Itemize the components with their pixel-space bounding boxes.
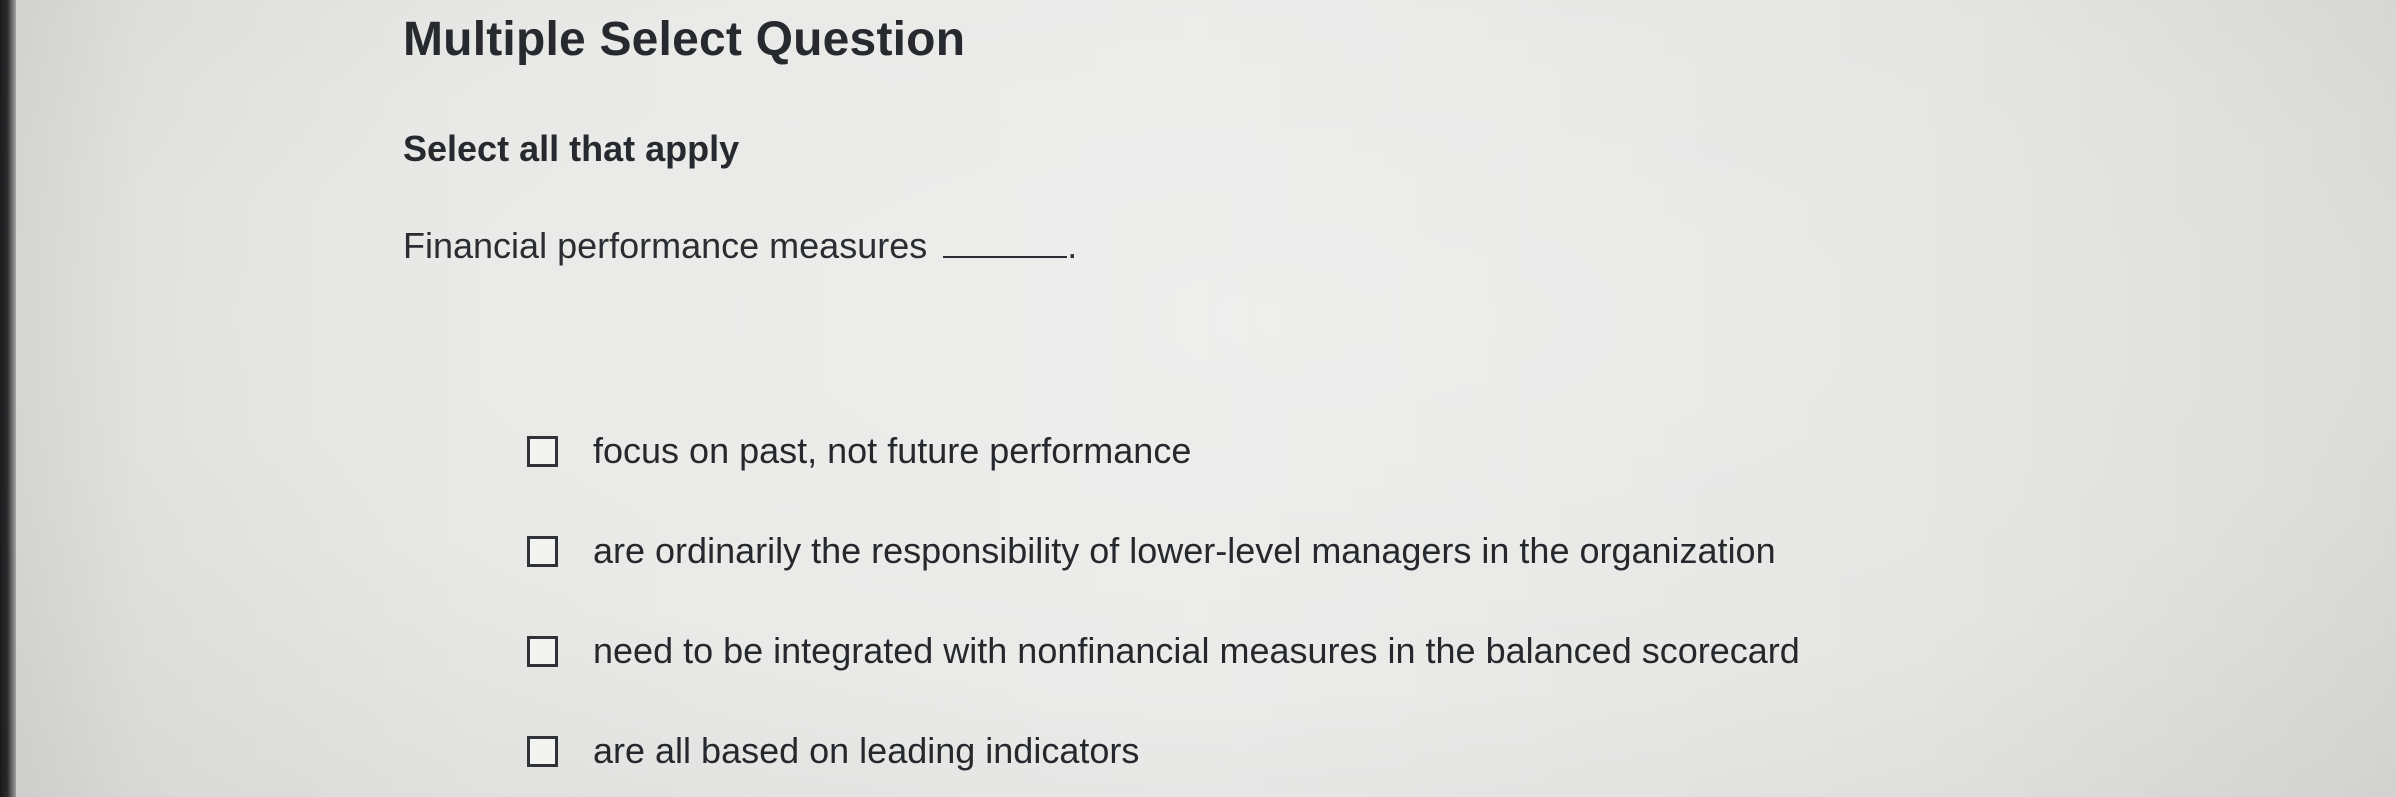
- instruction-text: Select all that apply: [403, 128, 740, 169]
- option-1-label[interactable]: focus on past, not future performance: [593, 430, 1191, 472]
- checkbox-3[interactable]: [527, 635, 558, 667]
- question-type-title: Multiple Select Question: [403, 13, 966, 66]
- option-2-label[interactable]: are ordinarily the responsibility of low…: [593, 530, 1776, 572]
- prompt-text: Financial performance measures: [403, 225, 928, 266]
- prompt-suffix: .: [1067, 225, 1078, 266]
- option-3[interactable]: need to be integrated with nonfinancial …: [527, 626, 1800, 676]
- option-4[interactable]: are all based on leading indicators: [527, 726, 1800, 776]
- checkbox-4[interactable]: [527, 735, 558, 767]
- option-4-label[interactable]: are all based on leading indicators: [593, 730, 1139, 772]
- option-3-label[interactable]: need to be integrated with nonfinancial …: [593, 630, 1800, 672]
- question-prompt: Financial performance measures.: [403, 225, 1077, 267]
- option-2[interactable]: are ordinarily the responsibility of low…: [527, 526, 1800, 576]
- option-1[interactable]: focus on past, not future performance: [527, 426, 1800, 476]
- answer-blank: [943, 226, 1068, 258]
- checkbox-1[interactable]: [527, 435, 558, 467]
- screen-edge: [0, 0, 16, 797]
- checkbox-2[interactable]: [527, 535, 558, 567]
- answer-options: focus on past, not future performance ar…: [527, 426, 1800, 776]
